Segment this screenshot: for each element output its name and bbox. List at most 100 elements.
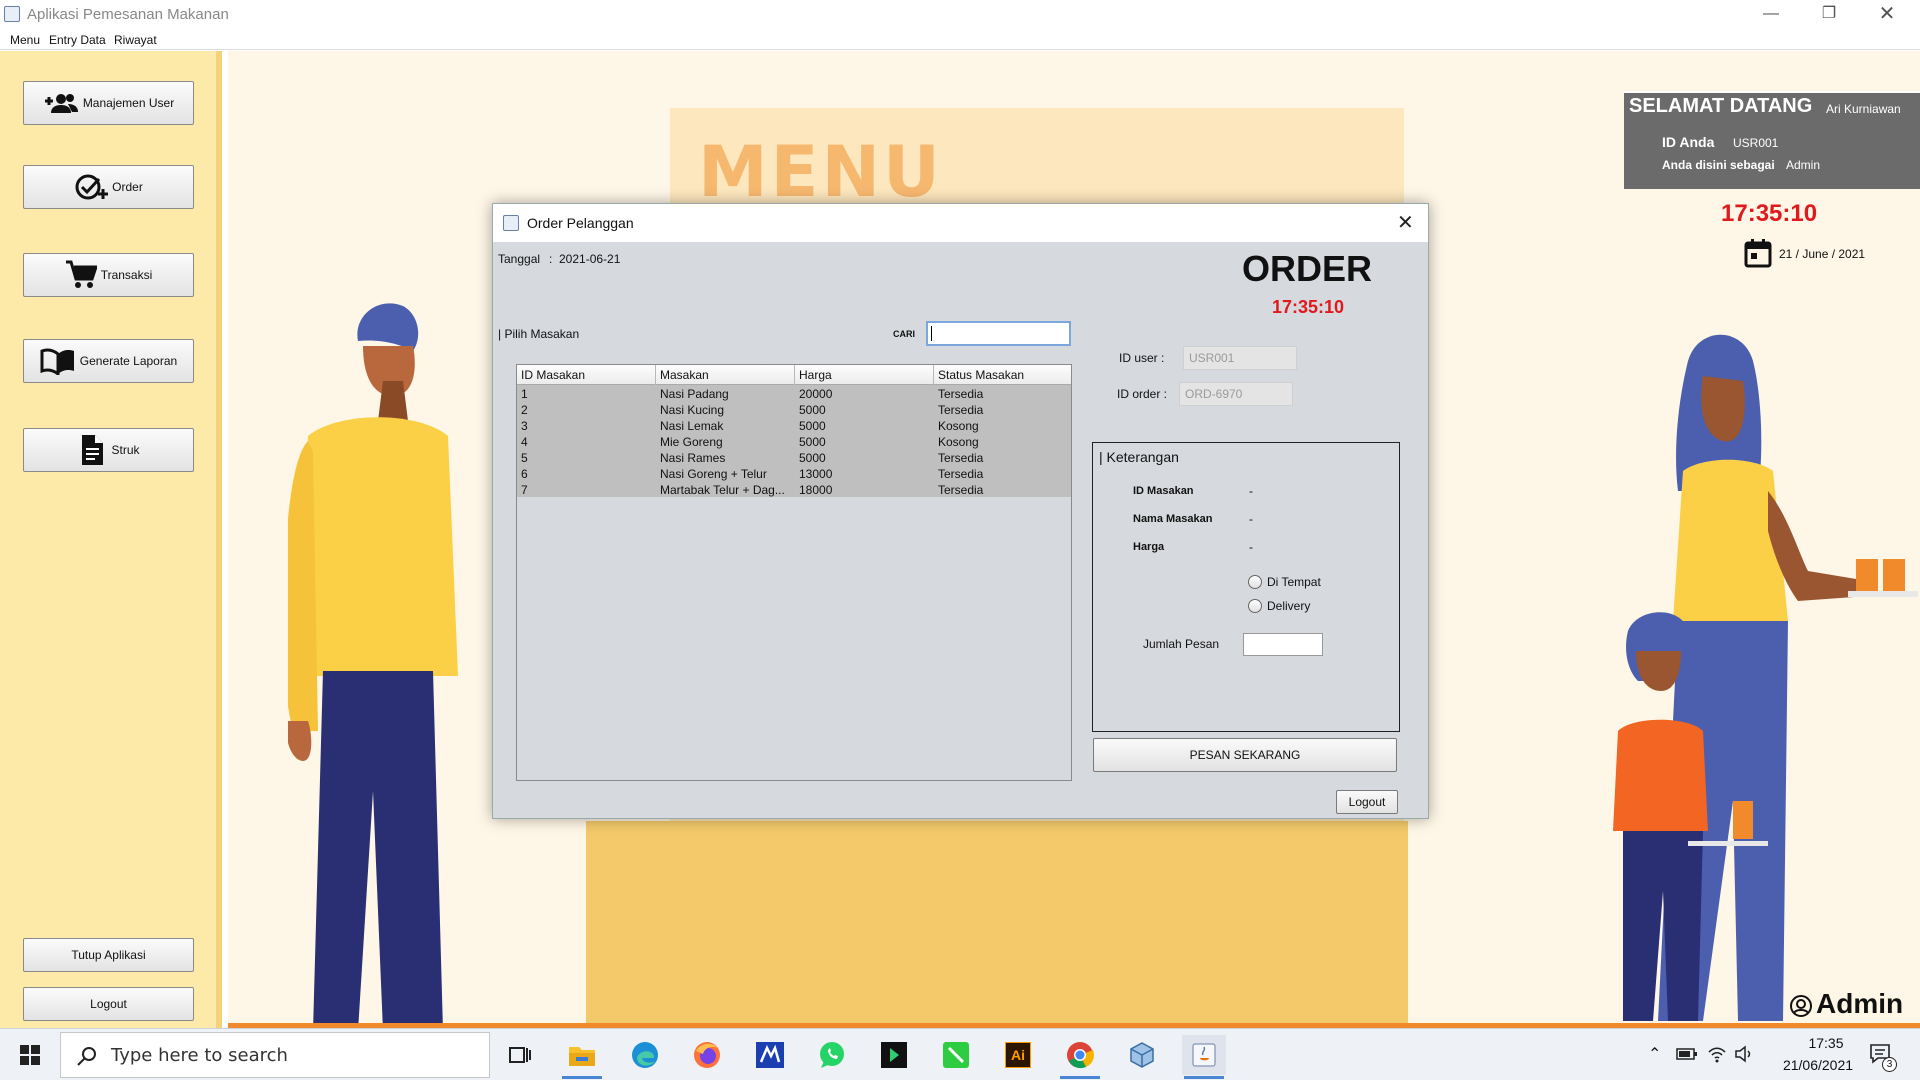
table-cell-harga: 20000	[799, 387, 833, 401]
dialog-logout-button[interactable]: Logout	[1336, 790, 1398, 814]
order-label: Order	[112, 180, 143, 194]
jumlah-pesan-input[interactable]	[1243, 633, 1323, 656]
table-row[interactable]: 1 Nasi Padang 20000 Tersedia	[517, 386, 1071, 402]
search-icon	[77, 1047, 96, 1066]
id-order-label: ID order :	[1117, 387, 1168, 401]
column-header-id-masakan[interactable]: ID Masakan	[517, 365, 656, 385]
battery-icon[interactable]	[1676, 1046, 1698, 1062]
table-row[interactable]: 6 Nasi Goreng + Telur 13000 Tersedia	[517, 466, 1071, 482]
app-green-icon[interactable]	[934, 1035, 978, 1075]
firefox-icon[interactable]	[685, 1035, 729, 1075]
id-order-field: ORD-6970	[1179, 382, 1293, 406]
tray-time[interactable]: 17:35	[1788, 1035, 1864, 1051]
java-icon[interactable]	[1182, 1035, 1226, 1079]
logout-button[interactable]: Logout	[23, 987, 194, 1021]
menu-item-menu[interactable]: Menu	[10, 33, 40, 47]
cari-label: CARI	[893, 329, 915, 339]
dialog-titlebar: Order Pelanggan ✕	[493, 204, 1428, 242]
text-caret	[931, 326, 932, 341]
admin-role-footer: Admin	[1816, 988, 1904, 1019]
radio-delivery-circle[interactable]	[1248, 599, 1262, 613]
manajemen-user-button[interactable]: Manajemen User	[23, 81, 194, 125]
order-clock: 17:35:10	[1272, 297, 1345, 317]
table-row[interactable]: 7 Martabak Telur + Dag... 18000 Tersedia	[517, 482, 1071, 498]
windows-start-icon[interactable]	[20, 1045, 40, 1065]
welcome-user-name: Ari Kurniawan	[1826, 102, 1901, 116]
radio-di-tempat-circle[interactable]	[1248, 575, 1262, 589]
generate-laporan-button[interactable]: Generate Laporan	[23, 339, 194, 383]
wifi-icon[interactable]	[1707, 1044, 1727, 1064]
tutup-aplikasi-button[interactable]: Tutup Aplikasi	[23, 938, 194, 972]
struk-button[interactable]: Struk	[23, 428, 194, 472]
taskbar-search[interactable]: Type here to search	[60, 1032, 490, 1078]
table-row[interactable]: 2 Nasi Kucing 5000 Tersedia	[517, 402, 1071, 418]
window-titlebar: Aplikasi Pemesanan Makanan — ❐ ✕	[0, 0, 1920, 30]
add-user-icon	[44, 94, 78, 113]
app-cube-icon[interactable]	[1120, 1035, 1164, 1075]
chrome-icon[interactable]	[1058, 1035, 1102, 1079]
dialog-app-icon	[503, 215, 519, 231]
file-explorer-icon[interactable]	[560, 1035, 604, 1079]
man-illustration	[288, 303, 458, 1028]
dialog-close-icon[interactable]: ✕	[1397, 210, 1414, 235]
cart-icon	[65, 260, 97, 288]
table-row[interactable]: 5 Nasi Rames 5000 Tersedia	[517, 450, 1071, 466]
manajemen-user-label: Manajemen User	[82, 96, 175, 110]
keterangan-panel: | Keterangan ID Masakan - Nama Masakan -…	[1092, 442, 1400, 732]
radio-delivery[interactable]: Delivery	[1248, 599, 1310, 613]
menu-item-entry-data[interactable]: Entry Data	[49, 33, 106, 47]
welcome-panel: SELAMAT DATANG Ari Kurniawan ID Anda USR…	[1624, 91, 1920, 189]
order-dialog: Order Pelanggan ✕ Tanggal : 2021-06-21 O…	[492, 203, 1429, 819]
table-row[interactable]: 3 Nasi Lemak 5000 Kosong	[517, 418, 1071, 434]
welcome-greeting: SELAMAT DATANG	[1629, 95, 1813, 117]
women-illustration	[1613, 334, 1918, 1021]
menu-item-riwayat[interactable]: Riwayat	[114, 33, 157, 47]
table-cell-status: Kosong	[938, 419, 979, 433]
column-header-status[interactable]: Status Masakan	[934, 365, 1071, 385]
app-m-icon[interactable]	[748, 1035, 792, 1075]
pesan-sekarang-button[interactable]: PESAN SEKARANG	[1093, 738, 1397, 772]
tray-chevron-icon[interactable]: ⌃	[1648, 1044, 1661, 1064]
illustrator-icon[interactable]: Ai	[996, 1035, 1040, 1075]
radio-di-tempat[interactable]: Di Tempat	[1248, 575, 1321, 589]
volume-icon[interactable]	[1734, 1044, 1754, 1064]
app-dark-icon[interactable]	[872, 1035, 916, 1075]
id-user-label: ID user :	[1119, 351, 1165, 365]
search-placeholder: Type here to search	[111, 1045, 288, 1066]
struk-label: Struk	[111, 443, 140, 457]
close-button[interactable]: ✕	[1864, 0, 1910, 30]
active-indicator	[1184, 1076, 1224, 1079]
table-cell-harga: 5000	[799, 451, 826, 465]
order-heading: ORDER	[1242, 248, 1373, 289]
tray-date[interactable]: 21/06/2021	[1768, 1057, 1868, 1073]
pilih-masakan-label: | Pilih Masakan	[498, 327, 580, 341]
table-row[interactable]: 4 Mie Goreng 5000 Kosong	[517, 434, 1071, 450]
whatsapp-icon[interactable]	[810, 1035, 854, 1075]
table-header: ID Masakan Masakan Harga Status Masakan	[517, 365, 1071, 385]
table-cell-harga: 13000	[799, 467, 833, 481]
table-cell-masakan: Nasi Kucing	[660, 403, 725, 417]
table-cell-harga: 5000	[799, 403, 826, 417]
task-view-icon[interactable]	[498, 1035, 542, 1075]
column-header-masakan[interactable]: Masakan	[656, 365, 795, 385]
table-cell-masakan: Nasi Rames	[660, 451, 726, 465]
tanggal-value: 2021-06-21	[559, 252, 621, 266]
book-icon	[40, 348, 74, 375]
dialog-title: Order Pelanggan	[527, 215, 634, 231]
minimize-button[interactable]: —	[1748, 0, 1794, 30]
table-cell-harga: 5000	[799, 435, 826, 449]
column-header-harga[interactable]: Harga	[795, 365, 934, 385]
transaksi-button[interactable]: Transaksi	[23, 253, 194, 297]
order-button[interactable]: Order	[23, 165, 194, 209]
edge-icon[interactable]	[623, 1035, 667, 1075]
active-indicator	[562, 1076, 602, 1079]
welcome-id-label: ID Anda	[1662, 134, 1715, 150]
table-cell-harga: 5000	[799, 419, 826, 433]
jumlah-pesan-label: Jumlah Pesan	[1143, 637, 1220, 651]
restore-button[interactable]: ❐	[1806, 0, 1852, 30]
menu-board-title: MENU	[698, 131, 943, 213]
check-add-icon	[75, 174, 109, 200]
cari-input[interactable]	[926, 321, 1071, 346]
table-cell-id-masakan: 7	[521, 483, 528, 497]
sidebar: Manajemen User Order Transaksi Generate …	[0, 51, 222, 1028]
